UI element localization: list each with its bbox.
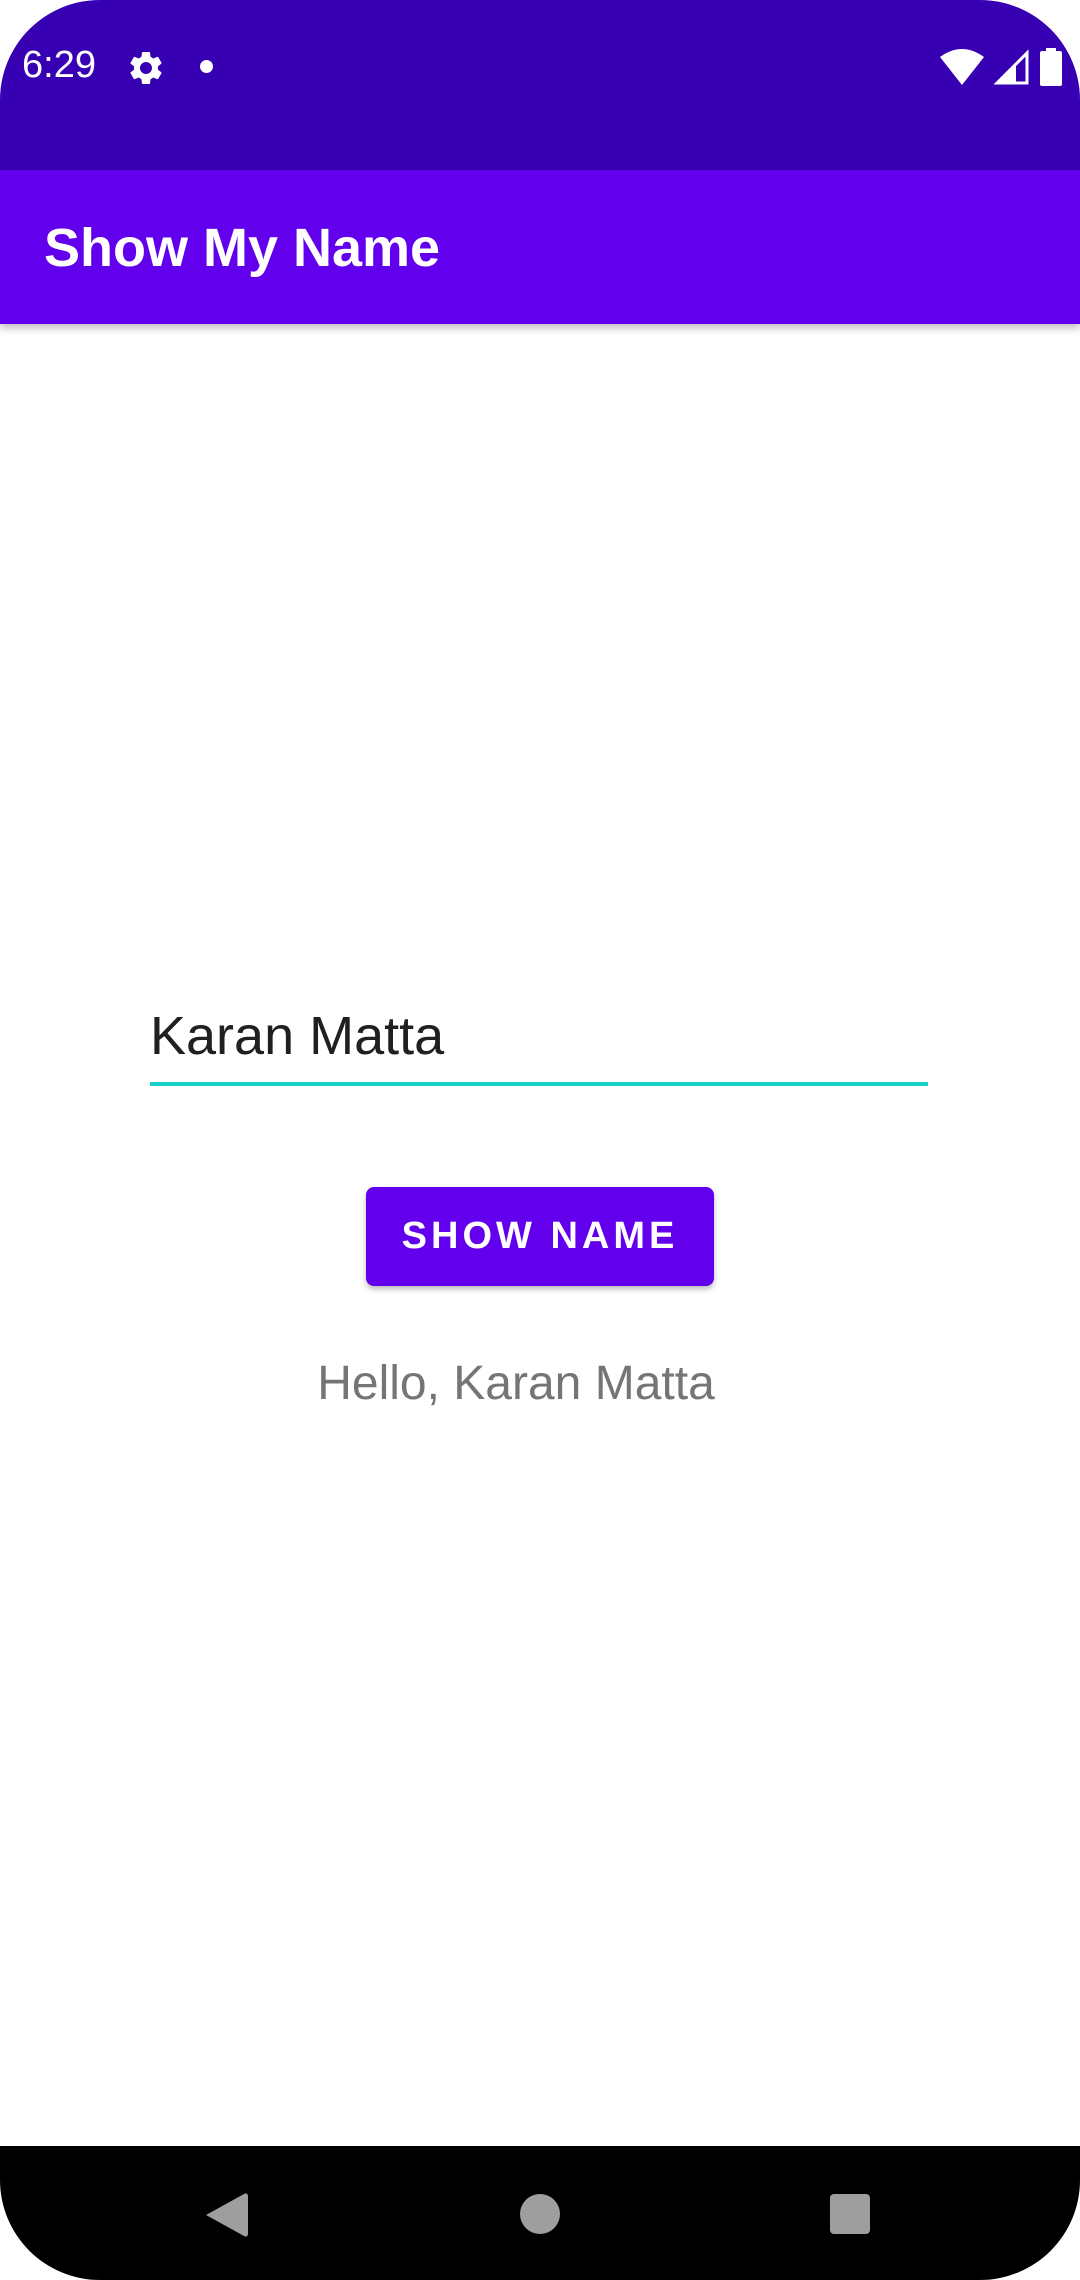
home-icon[interactable] [520, 2194, 560, 2234]
app-bar: Show My Name [0, 170, 1080, 324]
gear-icon [130, 51, 162, 84]
name-input[interactable] [150, 990, 928, 1086]
battery-icon [1040, 48, 1062, 86]
show-name-button[interactable]: SHOW NAME [366, 1187, 714, 1286]
status-time: 6:29 [22, 44, 96, 86]
back-icon[interactable] [204, 2192, 248, 2238]
greeting-text: Hello, Karan Matta [317, 1357, 715, 1410]
phone-screen: 6:29 Show My Name SHOW NAME Hello, Karan… [0, 0, 1080, 2280]
cellular-signal-icon [994, 49, 1029, 85]
navigation-bar [0, 2146, 1080, 2280]
wifi-icon [940, 49, 984, 85]
app-title: Show My Name [44, 218, 441, 278]
status-bar: 6:29 [0, 0, 1080, 170]
name-input-container [150, 990, 928, 1090]
notification-dot-icon [200, 60, 213, 73]
status-icons [940, 46, 1062, 88]
recents-icon[interactable] [830, 2194, 870, 2234]
